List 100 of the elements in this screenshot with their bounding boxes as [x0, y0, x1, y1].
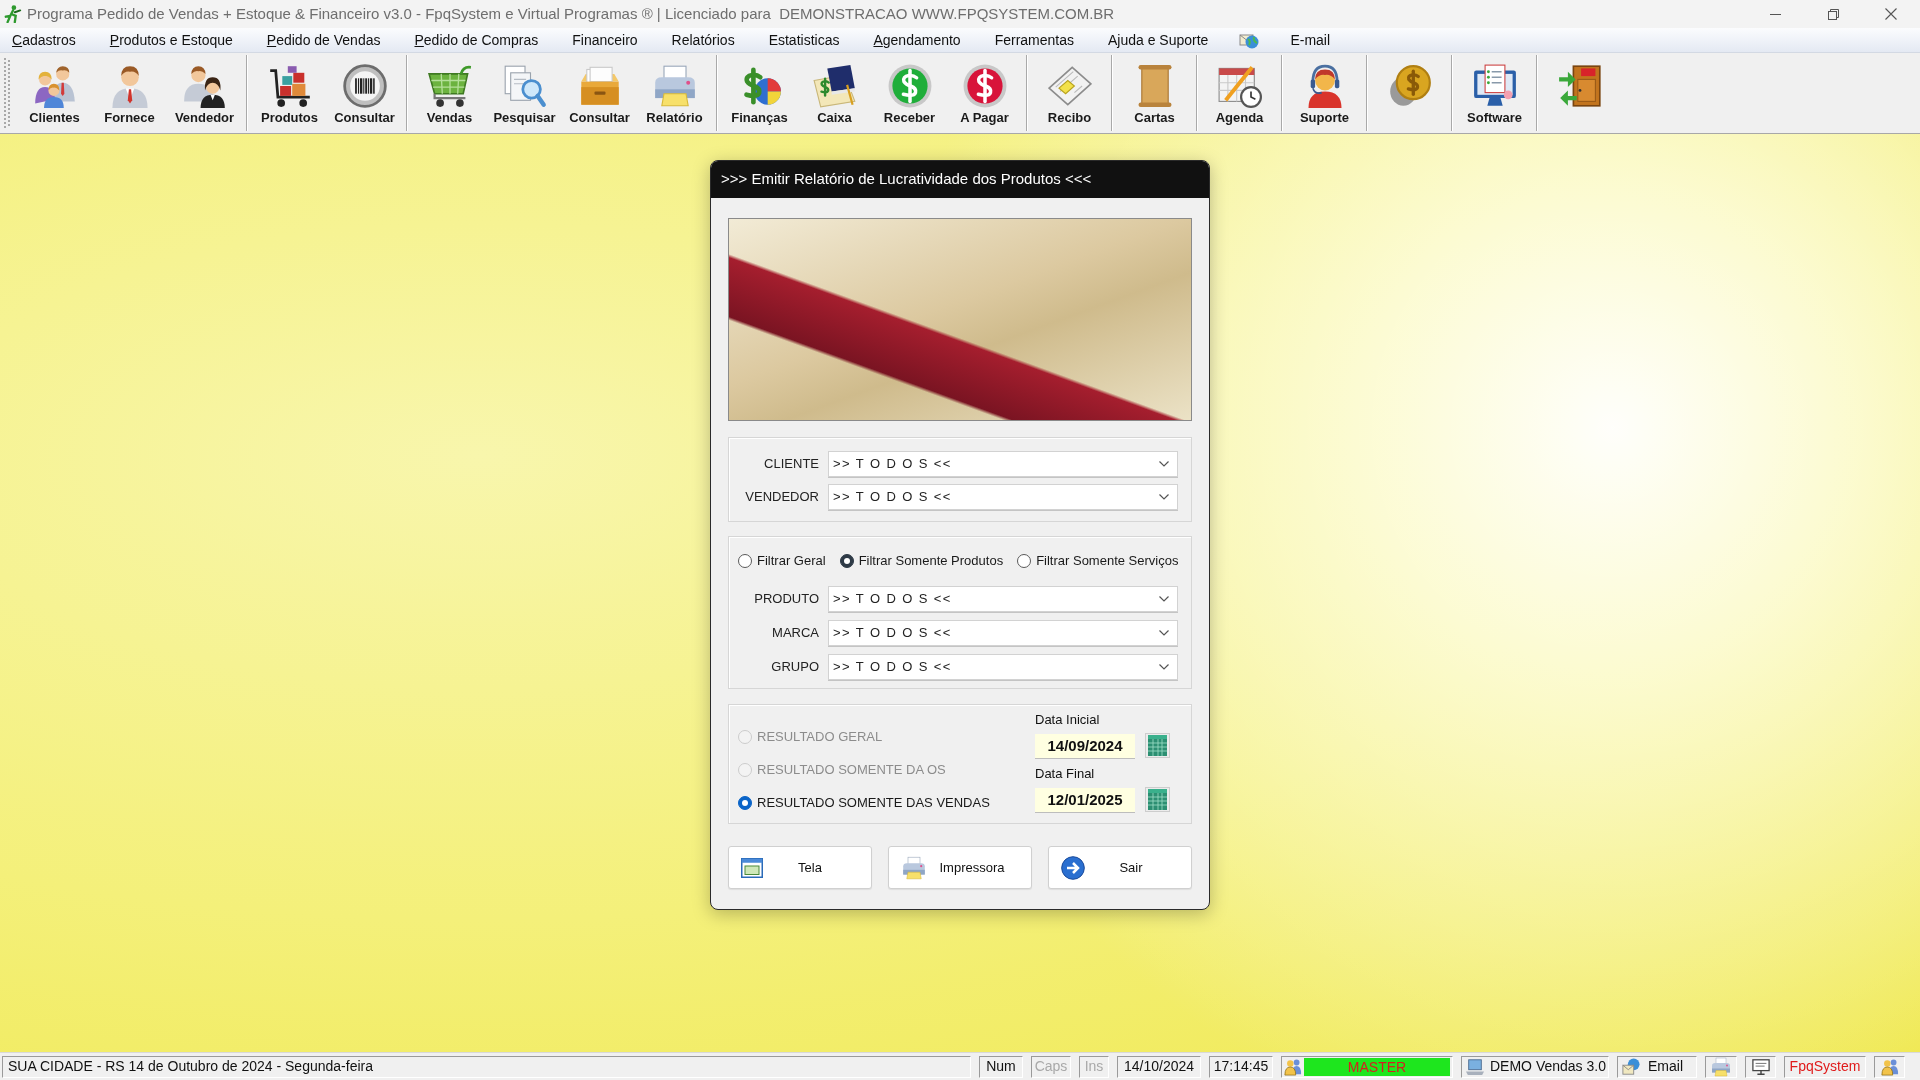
field-label: Data Final [1035, 766, 1096, 781]
toolbar-button[interactable]: Produtos [252, 53, 327, 133]
people-icon [182, 64, 227, 108]
toolbar-button[interactable]: Consultar [562, 53, 637, 133]
date-field[interactable]: 14/09/2024 [1035, 733, 1135, 758]
cart-icon [427, 64, 472, 108]
status-key-indicator: Num [979, 1055, 1023, 1078]
radio-option[interactable]: Filtrar Somente Produtos [839, 551, 1004, 571]
monitor-icon [1751, 1057, 1770, 1076]
users-icon [1880, 1057, 1899, 1076]
toolbar-button[interactable]: Clientes [17, 53, 92, 133]
dialog-title: >>> Emitir Relatório de Lucratividade dos Produtos <<< [721, 169, 1092, 190]
menu-item[interactable]: Financeiro [555, 28, 655, 52]
coin-icon [1387, 64, 1432, 108]
chevron-down-icon [1159, 494, 1169, 500]
toolbar-button[interactable]: Caixa [797, 53, 872, 133]
user-name: MASTER [1304, 1057, 1450, 1076]
people-icon [32, 64, 77, 108]
book-icon [812, 64, 857, 108]
toolbar-button[interactable]: Pesquisar [487, 53, 562, 133]
radio-option[interactable]: Filtrar Somente Serviços [1017, 551, 1179, 571]
field-label: Data Inicial [1035, 712, 1101, 727]
toolbar-button[interactable]: Finanças [722, 53, 797, 133]
menu-item[interactable]: Produtos e Estoque [92, 28, 250, 52]
status-version: DEMO Vendas 3.0 [1490, 1057, 1606, 1076]
dropdown[interactable]: >> T O D O S << [828, 586, 1178, 612]
toolbar-button[interactable]: Fornece [92, 53, 167, 133]
dialog-button[interactable]: Tela [728, 846, 872, 889]
dropdown[interactable]: >> T O D O S << [828, 451, 1178, 477]
arrow-right-icon [1061, 855, 1085, 880]
calendar-icon [1148, 789, 1167, 810]
status-key-indicator: Caps [1031, 1055, 1071, 1078]
email-icon [1622, 1057, 1640, 1076]
toolbar-button[interactable]: Recibo [1032, 53, 1107, 133]
chevron-down-icon [1159, 596, 1169, 602]
calendar-icon [1217, 64, 1262, 108]
dropdown[interactable]: >> T O D O S << [828, 620, 1178, 646]
close-icon [1885, 8, 1897, 20]
dollar-icon [962, 64, 1007, 108]
printer-icon [1711, 1056, 1731, 1077]
menu-item[interactable]: Ajuda e Suporte [1091, 28, 1226, 52]
status-date: 14/10/2024 [1117, 1055, 1201, 1078]
dollar-icon [887, 64, 932, 108]
monitor-icon [1472, 64, 1517, 108]
toolbar-button[interactable]: A Pagar [947, 53, 1022, 133]
search-icon [502, 64, 547, 108]
toolbar-button[interactable]: Agenda [1202, 53, 1277, 133]
field-label: PRODUTO [753, 590, 819, 609]
status-email: Email [1648, 1057, 1683, 1076]
receipt-icon [1047, 64, 1092, 108]
restore-icon [1827, 8, 1839, 20]
status-brand: FpqSystem [1784, 1055, 1866, 1078]
radio-option[interactable]: RESULTADO SOMENTE DAS VENDAS [738, 793, 1035, 813]
toolbar-button[interactable]: Cartas [1117, 53, 1192, 133]
chevron-down-icon [1159, 630, 1169, 636]
field-label: GRUPO [770, 658, 819, 677]
radio-option[interactable]: Filtrar Geral [738, 551, 826, 571]
calendar-button[interactable] [1145, 733, 1170, 758]
app-icon [4, 5, 22, 23]
toolbar-button[interactable]: Vendedor [167, 53, 242, 133]
toolbar-button[interactable]: Receber [872, 53, 947, 133]
toolbar-button[interactable]: Software [1457, 53, 1532, 133]
laptop-icon [1466, 1057, 1484, 1076]
exit-door-icon [1557, 64, 1602, 108]
barcode-icon [342, 64, 387, 108]
toolbar-button[interactable]: Suporte [1287, 53, 1362, 133]
chevron-down-icon [1159, 461, 1169, 467]
minimize-icon [1769, 13, 1781, 15]
toolbar-button[interactable]: Consultar [327, 53, 402, 133]
printer-icon [901, 855, 927, 880]
status-key-indicator: Ins [1079, 1055, 1109, 1078]
users-icon [1284, 1057, 1302, 1076]
menu-item[interactable]: Estatisticas [751, 28, 857, 52]
date-field[interactable]: 12/01/2025 [1035, 787, 1135, 812]
chevron-down-icon [1159, 664, 1169, 670]
hand-truck-icon [267, 64, 312, 108]
field-label: VENDEDOR [744, 488, 819, 507]
menu-item[interactable]: Pedido de Vendas [249, 28, 398, 52]
menu-item[interactable]: E-mail [1273, 28, 1348, 52]
dialog-button[interactable]: Sair [1048, 846, 1192, 889]
menu-item[interactable]: Pedido de Compras [397, 28, 556, 52]
calendar-button[interactable] [1145, 787, 1170, 812]
menu-item[interactable]: Agendamento [856, 28, 978, 52]
calendar-icon [1148, 735, 1167, 756]
window-icon [741, 857, 763, 878]
toolbar-button[interactable]: Vendas [412, 53, 487, 133]
dropdown[interactable]: >> T O D O S << [828, 654, 1178, 680]
menu-item[interactable]: Cadastros [0, 28, 93, 52]
printer-icon [652, 64, 697, 108]
dialog-button[interactable]: Impressora [888, 846, 1032, 889]
grip-icon [4, 58, 10, 128]
menu-item[interactable]: Ferramentas [977, 28, 1091, 52]
window-title: Programa Pedido de Vendas + Estoque & Financeiro v3.0 - FpqSystem e Virtual Programas ® | Licenciado para DEMONSTRACAO WWW.FPQSYSTEM.COM.BR [27, 3, 1116, 24]
field-label: CLIENTE [763, 455, 819, 474]
toolbar-button[interactable]: Relatório [637, 53, 712, 133]
dropdown[interactable]: >> T O D O S << [828, 484, 1178, 510]
status-location: SUA CIDADE - RS 14 de Outubro de 2024 - Segunda-feira [2, 1055, 971, 1078]
field-label: MARCA [771, 624, 819, 643]
menu-item[interactable]: Relatórios [654, 28, 752, 52]
status-time: 17:14:45 [1209, 1055, 1273, 1078]
